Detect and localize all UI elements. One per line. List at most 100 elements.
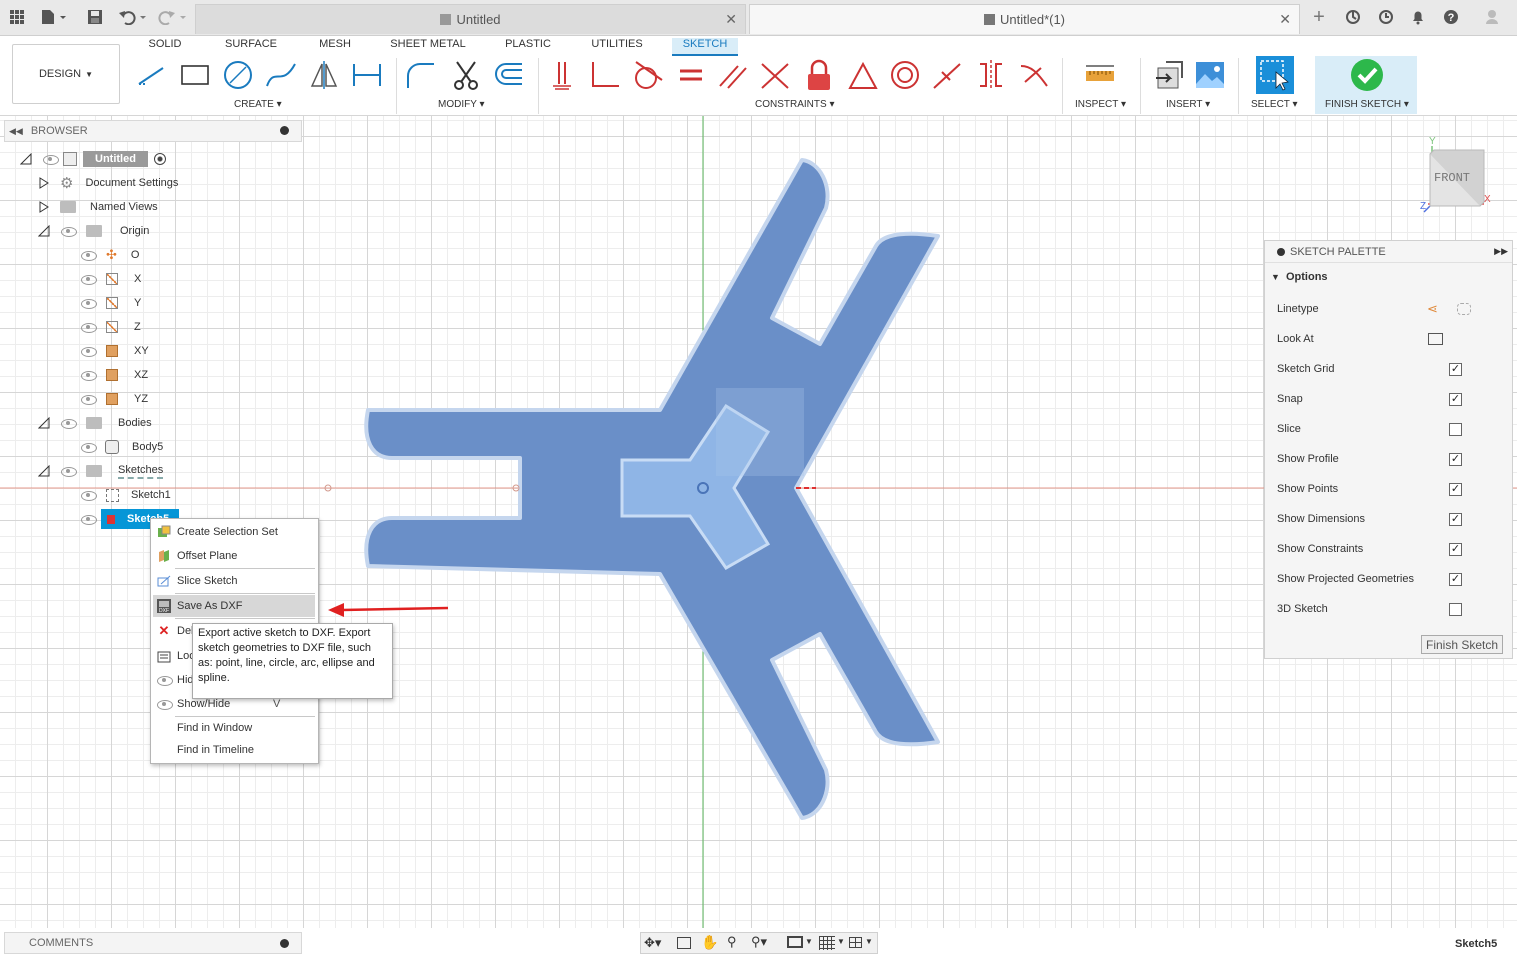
look-at-icon[interactable] xyxy=(1428,333,1443,345)
options-section-header[interactable]: ▼ Options xyxy=(1271,271,1328,283)
triangle-constraint-icon[interactable] xyxy=(846,58,880,92)
chevron-down-icon[interactable]: ▼ xyxy=(837,937,845,946)
pan-hand-icon[interactable]: ✋ xyxy=(701,934,718,951)
insert-group-menu[interactable]: INSERT ▾ xyxy=(1166,99,1210,110)
orbit-icon[interactable]: ✥▾ xyxy=(644,935,661,951)
visibility-eye-icon[interactable] xyxy=(80,250,97,261)
tab-plastic[interactable]: PLASTIC xyxy=(500,38,556,56)
visibility-eye-icon[interactable] xyxy=(80,274,97,285)
tab-solid[interactable]: SOLID xyxy=(140,38,190,56)
centerline-linetype-icon[interactable] xyxy=(1457,303,1471,315)
tree-item-bodies[interactable]: Bodies xyxy=(38,413,152,433)
tab-mesh[interactable]: MESH xyxy=(312,38,358,56)
visibility-eye-icon[interactable] xyxy=(60,466,77,477)
sketch-grid-checkbox[interactable]: ✓ xyxy=(1449,362,1462,376)
tree-item-document-settings[interactable]: ⚙ Document Settings xyxy=(38,173,178,193)
mirror-tool-icon[interactable] xyxy=(307,58,341,92)
snap-checkbox[interactable]: ✓ xyxy=(1449,392,1462,406)
parallel-constraint-icon[interactable] xyxy=(716,58,750,92)
midpoint-constraint-icon[interactable] xyxy=(930,58,964,92)
document-tab-untitled-1[interactable]: Untitled*(1) ✕ xyxy=(749,4,1300,34)
view-cube[interactable]: FRONT Y X Z xyxy=(1418,136,1496,216)
tree-item-xz-plane[interactable]: XZ xyxy=(80,365,148,385)
chevron-down-icon[interactable]: ▼ xyxy=(865,937,873,946)
visibility-eye-icon[interactable] xyxy=(60,418,77,429)
fix-lock-icon[interactable] xyxy=(802,58,836,92)
finish-sketch-panel[interactable]: FINISH SKETCH ▾ xyxy=(1315,56,1417,114)
minus-circle-icon[interactable] xyxy=(280,126,289,135)
visibility-eye-icon[interactable] xyxy=(80,442,97,453)
activate-radio-icon[interactable] xyxy=(153,153,166,165)
visibility-eye-icon[interactable] xyxy=(80,394,97,405)
save-icon[interactable] xyxy=(84,6,106,28)
plus-circle-icon[interactable] xyxy=(280,939,289,948)
tree-item-xy-plane[interactable]: XY xyxy=(80,341,149,361)
visibility-eye-icon[interactable] xyxy=(60,226,77,237)
collapsed-triangle-icon[interactable] xyxy=(38,201,50,213)
offset-tool-icon[interactable] xyxy=(492,58,526,92)
perpendicular-constraint-icon[interactable] xyxy=(587,58,621,92)
close-tab-icon[interactable]: ✕ xyxy=(1279,11,1291,28)
visibility-eye-icon[interactable] xyxy=(80,514,97,525)
close-tab-icon[interactable]: ✕ xyxy=(725,11,737,28)
help-icon[interactable]: ? xyxy=(1440,6,1462,28)
look-at-icon[interactable] xyxy=(677,937,691,949)
job-status-icon[interactable] xyxy=(1342,6,1364,28)
fillet-tool-icon[interactable] xyxy=(403,58,437,92)
new-tab-icon[interactable]: + xyxy=(1308,6,1330,28)
menu-item-find-in-window[interactable]: Find in Window xyxy=(151,717,318,739)
tree-item-x-axis[interactable]: X xyxy=(80,269,141,289)
visibility-eye-icon[interactable] xyxy=(80,370,97,381)
tree-item-y-axis[interactable]: Y xyxy=(80,293,141,313)
expanded-triangle-icon[interactable] xyxy=(38,225,50,237)
tab-sheet-metal[interactable]: SHEET METAL xyxy=(388,38,468,56)
zoom-icon[interactable]: ⚲ xyxy=(727,934,737,950)
show-projected-geometries-checkbox[interactable]: ✓ xyxy=(1449,572,1462,586)
equal-constraint-icon[interactable] xyxy=(674,58,708,92)
insert-canvas-image-icon[interactable] xyxy=(1193,58,1227,92)
extensions-icon[interactable] xyxy=(1375,6,1397,28)
document-tab-untitled[interactable]: Untitled ✕ xyxy=(195,4,746,34)
expanded-triangle-icon[interactable] xyxy=(20,153,32,165)
app-grid-icon[interactable] xyxy=(6,6,28,28)
construction-linetype-icon[interactable]: ⋖ xyxy=(1427,301,1438,317)
tree-root-untitled[interactable]: Untitled xyxy=(20,149,166,169)
line-tool-icon[interactable] xyxy=(135,58,169,92)
select-group-menu[interactable]: SELECT ▾ xyxy=(1251,99,1298,110)
tree-item-origin-point[interactable]: ✣ O xyxy=(80,245,139,265)
grid-settings-icon[interactable] xyxy=(819,936,835,950)
rectangle-tool-icon[interactable] xyxy=(178,58,212,92)
tree-item-named-views[interactable]: Named Views xyxy=(38,197,158,217)
dimension-tool-icon[interactable] xyxy=(350,58,384,92)
tree-item-sketch1[interactable]: Sketch1 xyxy=(80,485,171,505)
expanded-triangle-icon[interactable] xyxy=(38,417,50,429)
show-dimensions-checkbox[interactable]: ✓ xyxy=(1449,512,1462,526)
menu-item-create-selection-set[interactable]: Create Selection Set xyxy=(151,521,318,543)
file-menu-icon[interactable] xyxy=(38,6,70,28)
collapsed-triangle-icon[interactable] xyxy=(38,177,50,189)
notifications-bell-icon[interactable] xyxy=(1407,6,1429,28)
spline-tool-icon[interactable] xyxy=(264,58,298,92)
tab-sketch[interactable]: SKETCH xyxy=(672,38,738,56)
menu-item-save-as-dxf[interactable]: DXF Save As DXF xyxy=(153,595,315,617)
circle-tool-icon[interactable] xyxy=(221,58,255,92)
finish-sketch-menu[interactable]: FINISH SKETCH ▾ xyxy=(1325,99,1409,110)
expand-arrows-icon[interactable]: ▶▶ xyxy=(1494,246,1508,257)
select-tool-icon[interactable] xyxy=(1256,56,1294,94)
visibility-eye-icon[interactable] xyxy=(80,346,97,357)
workspace-switcher[interactable]: DESIGN ▼ xyxy=(12,44,120,104)
symmetry-constraint-icon[interactable] xyxy=(974,58,1008,92)
curvature-constraint-icon[interactable] xyxy=(1017,58,1051,92)
tab-surface[interactable]: SURFACE xyxy=(222,38,280,56)
tree-item-sketches[interactable]: Sketches xyxy=(38,461,164,481)
slice-checkbox[interactable] xyxy=(1449,422,1462,436)
user-account-icon[interactable] xyxy=(1481,6,1503,28)
inspect-group-menu[interactable]: INSPECT ▾ xyxy=(1075,99,1126,110)
minus-circle-icon[interactable] xyxy=(1277,247,1285,256)
tangent-constraint-icon[interactable] xyxy=(630,58,664,92)
comments-panel-header[interactable]: COMMENTS xyxy=(4,932,302,954)
modify-group-menu[interactable]: MODIFY ▾ xyxy=(438,99,485,110)
concentric-constraint-icon[interactable] xyxy=(888,58,922,92)
menu-item-slice-sketch[interactable]: Slice Sketch xyxy=(151,570,318,592)
visibility-eye-icon[interactable] xyxy=(80,490,97,501)
